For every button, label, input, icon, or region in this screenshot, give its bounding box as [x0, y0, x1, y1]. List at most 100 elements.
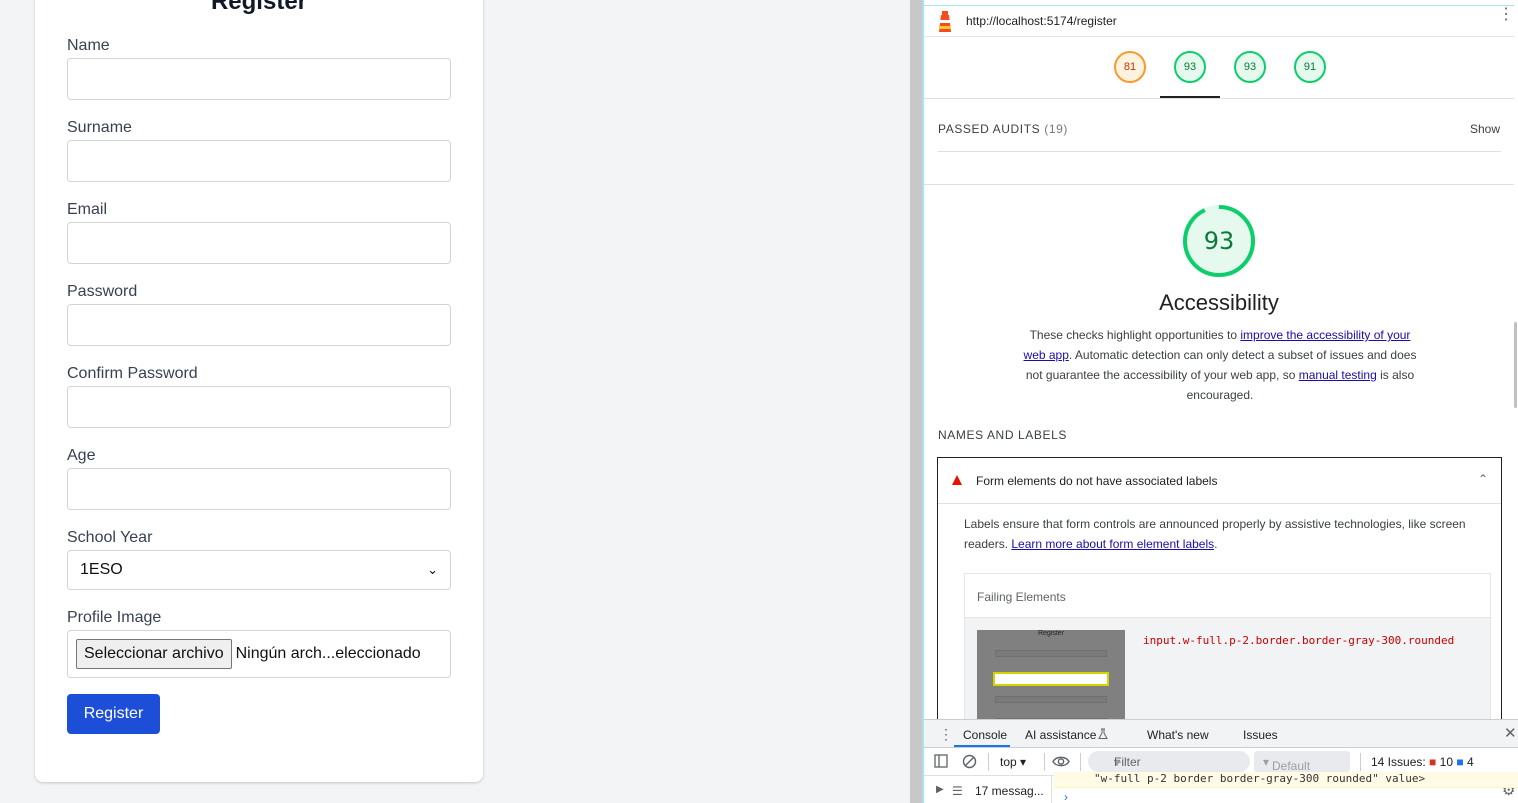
audited-url: http://localhost:5174/register — [966, 14, 1117, 28]
failing-elements-header: Failing Elements — [965, 574, 1490, 618]
thumbnail-title: Register — [1037, 630, 1065, 637]
issues-label: 14 Issues: — [1371, 755, 1426, 769]
score-gauges: 81 93 93 91 — [924, 38, 1514, 98]
devtools-panel: http://localhost:5174/register ⋮ 81 93 9… — [924, 0, 1518, 803]
info-issue-icon: ■ — [1456, 755, 1464, 769]
log-levels-dropdown[interactable]: Default levels ▾ — [1254, 751, 1350, 787]
audit-description-end: . — [1214, 537, 1218, 551]
list-icon: ☰ — [952, 784, 963, 798]
tab-issues[interactable]: Issues — [1243, 728, 1278, 742]
active-tab-indicator — [954, 745, 1010, 747]
score-gauge-best-practices[interactable]: 93 — [1233, 50, 1267, 84]
description-text: These checks highlight opportunities to — [1029, 328, 1241, 342]
password-input[interactable] — [67, 304, 451, 346]
divider — [938, 151, 1501, 152]
console-sidebar-messages[interactable]: ▶ ☰ 17 messag... — [924, 776, 1052, 803]
accessibility-score: 93 — [1203, 227, 1235, 255]
school-year-select[interactable]: 1ESO ⌄ — [67, 550, 451, 590]
confirm-password-label: Confirm Password — [67, 365, 198, 382]
highlighted-element — [993, 672, 1109, 686]
fail-triangle-icon — [952, 475, 962, 485]
console-log-line: "w-full p-2 border border-gray-300 round… — [1054, 772, 1518, 788]
failing-elements-table: Failing Elements Register input.w-full.p… — [964, 573, 1491, 748]
profile-image-label: Profile Image — [67, 609, 162, 626]
divider — [924, 184, 1514, 185]
category-description: These checks highlight opportunities to … — [1018, 325, 1422, 405]
score-value: 93 — [1183, 61, 1197, 73]
error-issue-count: 10 — [1439, 755, 1453, 769]
close-drawer-icon[interactable]: ✕ — [1504, 724, 1517, 742]
register-card: Register Name Surname Email Password Con… — [35, 0, 483, 782]
score-value: 93 — [1243, 61, 1257, 73]
chevron-up-icon[interactable]: ⌃ — [1478, 472, 1488, 486]
thumbnail-field — [995, 650, 1107, 657]
log-levels-label: Default levels ▾ — [1263, 755, 1310, 787]
lighthouse-url-bar: http://localhost:5174/register ⋮ — [924, 5, 1514, 37]
console-prompt-icon[interactable]: › — [1064, 790, 1068, 803]
choose-file-button[interactable]: Seleccionar archivo — [76, 639, 232, 669]
passed-audits-count: (19) — [1044, 122, 1068, 136]
eye-icon[interactable] — [1052, 755, 1070, 768]
clear-console-icon[interactable] — [962, 754, 977, 769]
show-passed-audits-button[interactable]: Show — [1470, 122, 1500, 136]
passed-audits-heading: PASSED AUDITS (19) — [938, 122, 1068, 136]
confirm-password-input[interactable] — [67, 386, 451, 428]
issues-counter[interactable]: 14 Issues: ■ 10 ■ 4 — [1371, 755, 1474, 769]
console-log-text: "w-full p-2 border border-gray-300 round… — [1094, 772, 1426, 785]
manual-testing-link[interactable]: manual testing — [1299, 368, 1377, 382]
score-value: 81 — [1123, 61, 1137, 73]
drawer-menu-icon[interactable]: ⋮ — [939, 726, 953, 743]
score-gauge-seo[interactable]: 91 — [1293, 50, 1327, 84]
password-label: Password — [67, 283, 138, 300]
score-gauge-accessibility[interactable]: 93 — [1173, 50, 1207, 84]
tab-ai-assistance[interactable]: AI assistance — [1025, 728, 1096, 742]
context-label: top — [1000, 755, 1017, 769]
school-year-value: 1ESO — [80, 561, 123, 578]
error-issue-icon: ■ — [1429, 755, 1437, 769]
name-input[interactable] — [67, 58, 451, 100]
audit-group-title: NAMES AND LABELS — [938, 428, 1067, 442]
console-drawer: ⋮ Console AI assistance What's new Issue… — [924, 719, 1518, 803]
sidebar-toggle-icon[interactable] — [934, 754, 948, 768]
surname-input[interactable] — [67, 140, 451, 182]
failing-elements-label: Failing Elements — [977, 590, 1066, 604]
passed-audits-label: PASSED AUDITS — [938, 122, 1041, 136]
surname-label: Surname — [67, 119, 132, 136]
tab-console[interactable]: Console — [963, 728, 1007, 742]
file-name-text: Ningún arch...eleccionado — [235, 645, 421, 662]
context-selector[interactable]: top ▾ — [1000, 755, 1026, 769]
toolbar-separator — [1044, 753, 1045, 771]
audit-description: Labels ensure that form controls are ann… — [964, 514, 1484, 554]
age-input[interactable] — [67, 468, 451, 510]
lighthouse-icon — [939, 11, 951, 32]
school-year-label: School Year — [67, 529, 153, 546]
audit-header[interactable]: Form elements do not have associated lab… — [938, 458, 1501, 504]
filter-placeholder: Filter — [1114, 755, 1141, 769]
console-filter-input[interactable]: ▿ Filter — [1088, 751, 1250, 772]
register-button[interactable]: Register — [67, 694, 160, 734]
vertical-scrollbar[interactable] — [1514, 322, 1517, 408]
email-input[interactable] — [67, 222, 451, 264]
chevron-down-icon: ⌄ — [427, 562, 438, 577]
messages-count: 17 messag... — [975, 784, 1044, 798]
form-title: Register — [210, 0, 308, 15]
score-gauge-performance[interactable]: 81 — [1113, 50, 1147, 84]
age-label: Age — [67, 447, 96, 464]
category-title: Accessibility — [1159, 290, 1279, 315]
drawer-tab-bar: ⋮ Console AI assistance What's new Issue… — [924, 720, 1518, 748]
thumbnail-field — [995, 696, 1107, 703]
toolbar-separator — [1360, 753, 1361, 771]
more-options-icon[interactable]: ⋮ — [1498, 7, 1514, 23]
expand-arrow-icon: ▶ — [936, 784, 944, 795]
profile-image-file-input[interactable]: Seleccionar archivo Ningún arch...elecci… — [67, 630, 451, 678]
flask-icon — [1098, 728, 1108, 739]
accessibility-score-gauge: 93 — [1182, 204, 1256, 278]
learn-more-link[interactable]: Learn more about form element labels — [1011, 537, 1214, 551]
element-screenshot-thumbnail: Register — [977, 630, 1125, 730]
divider — [924, 98, 1514, 99]
name-label: Name — [67, 37, 110, 54]
score-value: 91 — [1303, 61, 1317, 73]
toolbar-separator — [988, 753, 989, 771]
tab-whats-new[interactable]: What's new — [1147, 728, 1209, 742]
element-selector[interactable]: input.w-full.p-2.border.border-gray-300.… — [1143, 634, 1454, 647]
